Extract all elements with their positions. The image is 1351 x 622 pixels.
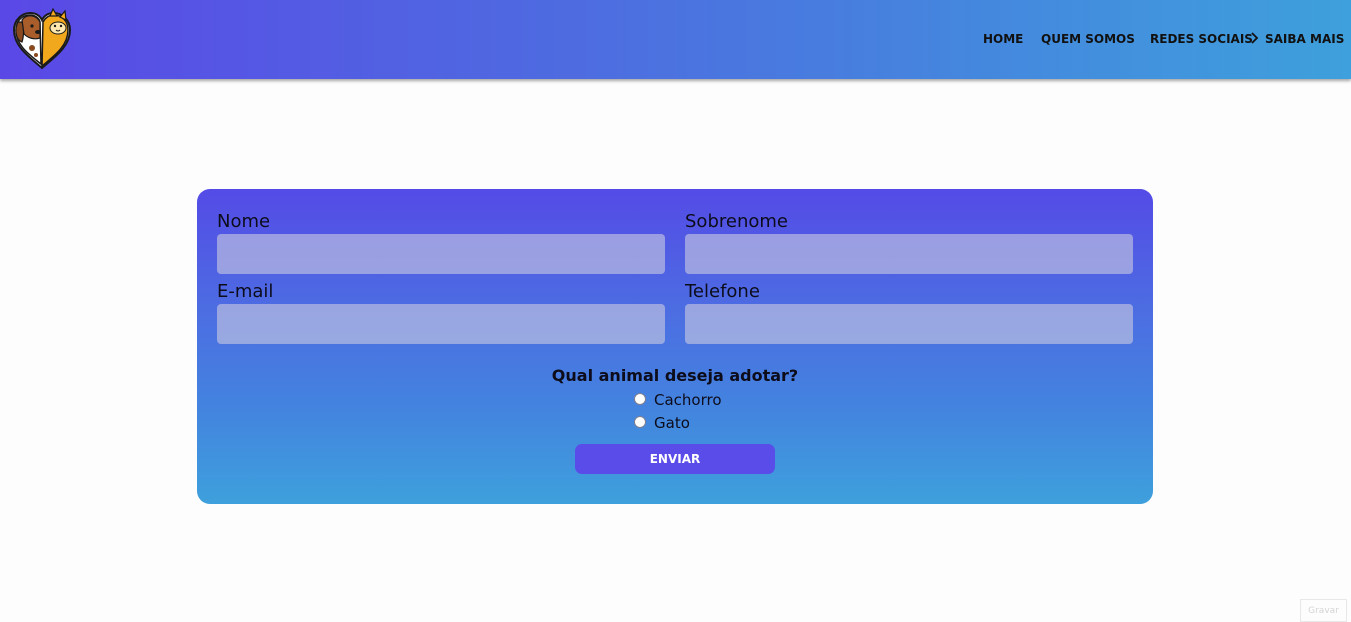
nav-quem-somos-link[interactable]: QUEM SOMOS xyxy=(1041,32,1135,46)
email-label: E-mail xyxy=(217,281,274,302)
adoption-form: Nome Sobrenome E-mail Telefone Qual anim… xyxy=(197,189,1153,504)
site-header: HOME QUEM SOMOS REDES SOCIAIS SAIBA MAIS xyxy=(0,0,1351,79)
chevron-right-icon[interactable] xyxy=(1249,31,1259,45)
sobrenome-input[interactable] xyxy=(685,234,1133,274)
animal-question: Qual animal deseja adotar? xyxy=(551,366,799,385)
dog-and-cat-heart-logo-icon[interactable] xyxy=(10,7,74,70)
enviar-button[interactable]: ENVIAR xyxy=(575,444,775,474)
radio-button[interactable] xyxy=(634,393,646,405)
nav-redes-sociais-link[interactable]: REDES SOCIAIS xyxy=(1150,32,1253,46)
nome-input[interactable] xyxy=(217,234,665,274)
nome-label: Nome xyxy=(217,211,271,232)
radio-label-gato: Gato xyxy=(654,414,690,432)
nav-home-link[interactable]: HOME xyxy=(983,32,1023,46)
email-input[interactable] xyxy=(217,304,665,344)
gravar-button[interactable]: Gravar xyxy=(1300,599,1347,622)
telefone-label: Telefone xyxy=(685,281,760,302)
telefone-input[interactable] xyxy=(685,304,1133,344)
radio-button[interactable] xyxy=(634,416,646,428)
radio-label-cachorro: Cachorro xyxy=(654,391,722,409)
sobrenome-label: Sobrenome xyxy=(685,211,788,232)
nav-saiba-mais-link[interactable]: SAIBA MAIS xyxy=(1265,32,1344,46)
